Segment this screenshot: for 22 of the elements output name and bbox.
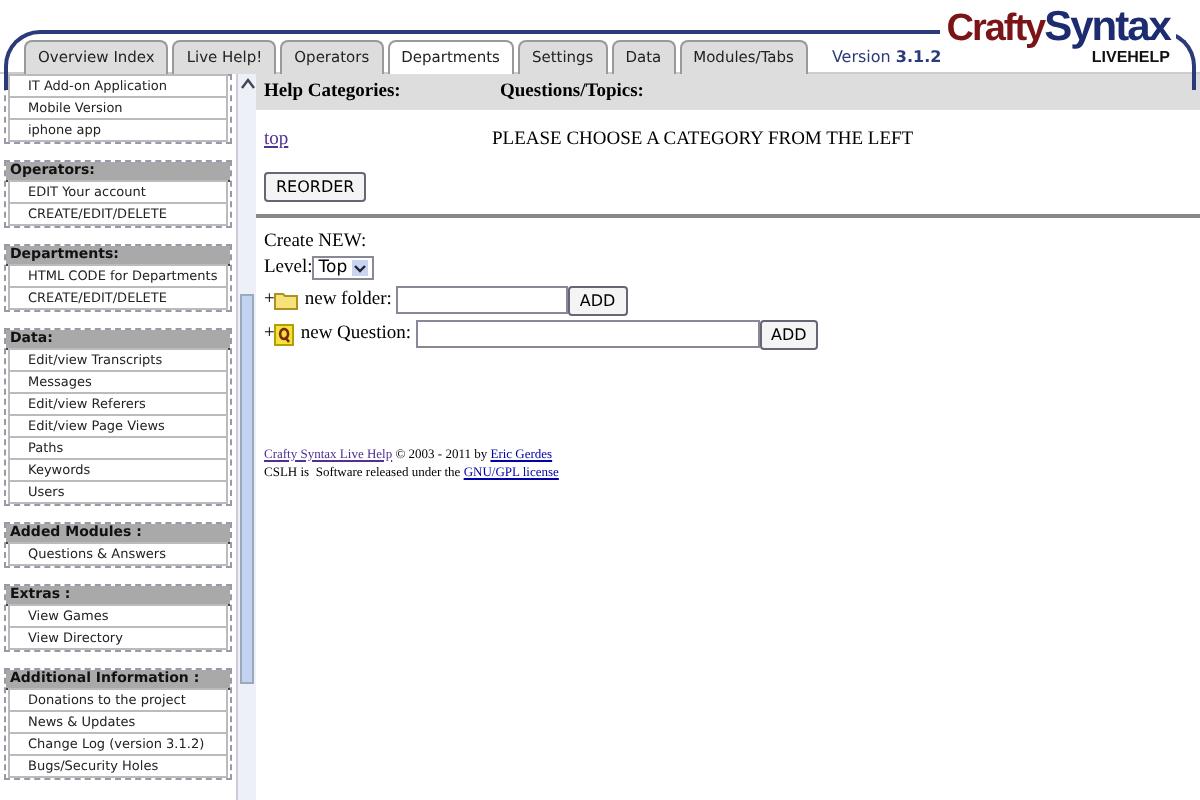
column-heading: Help Categories:: [262, 80, 403, 106]
question-icon: [274, 323, 295, 346]
input-field[interactable]: [395, 286, 568, 315]
level-label: Level:: [264, 255, 313, 282]
plus-sign: +: [264, 287, 275, 314]
reorder-button[interactable]: REORDER: [264, 171, 367, 201]
create-new-label: Create NEW:: [264, 229, 369, 256]
folder-icon: [274, 290, 299, 311]
level-select[interactable]: Top: [312, 256, 374, 281]
field-label: new folder:: [304, 287, 392, 314]
add-button[interactable]: ADD: [759, 319, 819, 350]
column-heading: Questions/Topics:: [498, 80, 646, 106]
message-text: PLEASE CHOOSE A CATEGORY FROM THE LEFT: [492, 128, 914, 155]
category-link[interactable]: top: [264, 126, 492, 155]
version-label: Version 3.1.2: [831, 48, 942, 66]
input-field[interactable]: [415, 320, 760, 349]
field-label: new Question:: [300, 321, 412, 348]
logo: CraftySyntax LIVEHELP: [940, 4, 1176, 66]
caret-icon: [351, 260, 368, 277]
scrollbar[interactable]: [236, 74, 256, 800]
plus-sign: +: [264, 321, 275, 348]
add-button[interactable]: ADD: [567, 285, 628, 316]
